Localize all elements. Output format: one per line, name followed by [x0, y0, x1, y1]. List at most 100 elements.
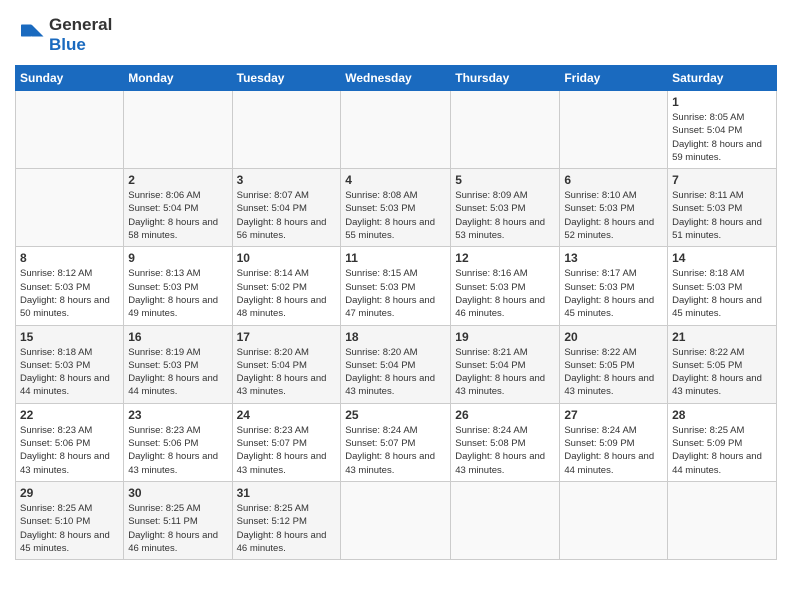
day-number: 19 [455, 330, 555, 344]
day-header-saturday: Saturday [668, 66, 777, 91]
day-number: 12 [455, 251, 555, 265]
calendar-day-17: 17Sunrise: 8:20 AMSunset: 5:04 PMDayligh… [232, 325, 341, 403]
calendar-week-1: 1Sunrise: 8:05 AMSunset: 5:04 PMDaylight… [16, 91, 777, 169]
day-info: Sunrise: 8:25 AMSunset: 5:12 PMDaylight:… [237, 502, 337, 555]
day-info: Sunrise: 8:25 AMSunset: 5:11 PMDaylight:… [128, 502, 227, 555]
day-number: 8 [20, 251, 119, 265]
day-number: 30 [128, 486, 227, 500]
day-info: Sunrise: 8:14 AMSunset: 5:02 PMDaylight:… [237, 267, 337, 320]
day-number: 29 [20, 486, 119, 500]
calendar-day-21: 21Sunrise: 8:22 AMSunset: 5:05 PMDayligh… [668, 325, 777, 403]
calendar-week-6: 29 Sunrise: 8:25 AMSunset: 5:10 PMDayligh… [16, 481, 777, 559]
day-number: 6 [564, 173, 663, 187]
calendar-day-10: 10 Sunrise: 8:14 AMSunset: 5:02 PMDayligh… [232, 247, 341, 325]
calendar-day-13: 13 Sunrise: 8:17 AMSunset: 5:03 PMDayligh… [560, 247, 668, 325]
day-number: 9 [128, 251, 227, 265]
day-info: Sunrise: 8:24 AMSunset: 5:07 PMDaylight:… [345, 424, 446, 477]
day-number: 25 [345, 408, 446, 422]
day-number: 26 [455, 408, 555, 422]
calendar-table: SundayMondayTuesdayWednesdayThursdayFrid… [15, 65, 777, 560]
day-info: Sunrise: 8:25 AMSunset: 5:09 PMDaylight:… [672, 424, 772, 477]
calendar-day-5: 5 Sunrise: 8:09 AMSunset: 5:03 PMDaylight… [451, 169, 560, 247]
day-info: Sunrise: 8:18 AMSunset: 5:03 PMDaylight:… [672, 267, 772, 320]
calendar-day-19: 19 Sunrise: 8:21 AMSunset: 5:04 PMDayligh… [451, 325, 560, 403]
calendar-week-2: 2 Sunrise: 8:06 AMSunset: 5:04 PMDaylight… [16, 169, 777, 247]
day-number: 27 [564, 408, 663, 422]
day-info: Sunrise: 8:05 AMSunset: 5:04 PMDaylight:… [672, 111, 772, 164]
day-info: Sunrise: 8:16 AMSunset: 5:03 PMDaylight:… [455, 267, 555, 320]
calendar-day-29: 29 Sunrise: 8:25 AMSunset: 5:10 PMDayligh… [16, 481, 124, 559]
calendar-day-2: 2 Sunrise: 8:06 AMSunset: 5:04 PMDaylight… [124, 169, 232, 247]
day-number: 15 [20, 330, 119, 344]
empty-cell [560, 481, 668, 559]
day-number: 13 [564, 251, 663, 265]
day-info: Sunrise: 8:17 AMSunset: 5:03 PMDaylight:… [564, 267, 663, 320]
day-info: Sunrise: 8:08 AMSunset: 5:03 PMDaylight:… [345, 189, 446, 242]
day-info: Sunrise: 8:24 AMSunset: 5:09 PMDaylight:… [564, 424, 663, 477]
calendar-day-25: 25 Sunrise: 8:24 AMSunset: 5:07 PMDayligh… [341, 403, 451, 481]
calendar-week-3: 8 Sunrise: 8:12 AMSunset: 5:03 PMDaylight… [16, 247, 777, 325]
day-info: Sunrise: 8:06 AMSunset: 5:04 PMDaylight:… [128, 189, 227, 242]
day-number: 24 [237, 408, 337, 422]
day-info: Sunrise: 8:23 AMSunset: 5:06 PMDaylight:… [128, 424, 227, 477]
day-info: Sunrise: 8:13 AMSunset: 5:03 PMDaylight:… [128, 267, 227, 320]
day-number: 5 [455, 173, 555, 187]
calendar-day-22: 22Sunrise: 8:23 AMSunset: 5:06 PMDayligh… [16, 403, 124, 481]
day-info: Sunrise: 8:12 AMSunset: 5:03 PMDaylight:… [20, 267, 119, 320]
day-info: Sunrise: 8:25 AMSunset: 5:10 PMDaylight:… [20, 502, 119, 555]
day-header-thursday: Thursday [451, 66, 560, 91]
logo-general-text: General [49, 15, 112, 34]
calendar-day-12: 12 Sunrise: 8:16 AMSunset: 5:03 PMDayligh… [451, 247, 560, 325]
day-number: 31 [237, 486, 337, 500]
calendar-day-3: 3Sunrise: 8:07 AMSunset: 5:04 PMDaylight… [232, 169, 341, 247]
calendar-day-6: 6 Sunrise: 8:10 AMSunset: 5:03 PMDaylight… [560, 169, 668, 247]
calendar-day-30: 30 Sunrise: 8:25 AMSunset: 5:11 PMDayligh… [124, 481, 232, 559]
calendar-day-7: 7Sunrise: 8:11 AMSunset: 5:03 PMDaylight… [668, 169, 777, 247]
logo-icon [15, 20, 45, 50]
day-info: Sunrise: 8:22 AMSunset: 5:05 PMDaylight:… [564, 346, 663, 399]
day-number: 14 [672, 251, 772, 265]
calendar-day-8: 8 Sunrise: 8:12 AMSunset: 5:03 PMDaylight… [16, 247, 124, 325]
day-info: Sunrise: 8:11 AMSunset: 5:03 PMDaylight:… [672, 189, 772, 242]
day-info: Sunrise: 8:10 AMSunset: 5:03 PMDaylight:… [564, 189, 663, 242]
calendar-day-1: 1Sunrise: 8:05 AMSunset: 5:04 PMDaylight… [668, 91, 777, 169]
day-number: 4 [345, 173, 446, 187]
calendar-day-27: 27 Sunrise: 8:24 AMSunset: 5:09 PMDayligh… [560, 403, 668, 481]
empty-cell [124, 91, 232, 169]
day-info: Sunrise: 8:23 AMSunset: 5:07 PMDaylight:… [237, 424, 337, 477]
day-number: 28 [672, 408, 772, 422]
day-info: Sunrise: 8:22 AMSunset: 5:05 PMDaylight:… [672, 346, 772, 399]
calendar-day-16: 16Sunrise: 8:19 AMSunset: 5:03 PMDayligh… [124, 325, 232, 403]
empty-cell [560, 91, 668, 169]
day-info: Sunrise: 8:18 AMSunset: 5:03 PMDaylight:… [20, 346, 119, 399]
day-number: 3 [237, 173, 337, 187]
day-header-wednesday: Wednesday [341, 66, 451, 91]
day-number: 10 [237, 251, 337, 265]
calendar-day-28: 28 Sunrise: 8:25 AMSunset: 5:09 PMDayligh… [668, 403, 777, 481]
empty-cell [232, 91, 341, 169]
logo-blue-text: Blue [49, 35, 86, 54]
calendar-day-4: 4 Sunrise: 8:08 AMSunset: 5:03 PMDaylight… [341, 169, 451, 247]
day-info: Sunrise: 8:21 AMSunset: 5:04 PMDaylight:… [455, 346, 555, 399]
empty-cell [16, 91, 124, 169]
day-header-friday: Friday [560, 66, 668, 91]
empty-cell [341, 91, 451, 169]
empty-cell [451, 91, 560, 169]
logo: General Blue [15, 15, 112, 55]
logo-wordmark: General Blue [49, 15, 112, 55]
day-info: Sunrise: 8:20 AMSunset: 5:04 PMDaylight:… [345, 346, 446, 399]
day-info: Sunrise: 8:23 AMSunset: 5:06 PMDaylight:… [20, 424, 119, 477]
day-info: Sunrise: 8:15 AMSunset: 5:03 PMDaylight:… [345, 267, 446, 320]
day-number: 16 [128, 330, 227, 344]
day-info: Sunrise: 8:09 AMSunset: 5:03 PMDaylight:… [455, 189, 555, 242]
empty-cell [341, 481, 451, 559]
day-number: 2 [128, 173, 227, 187]
day-number: 11 [345, 251, 446, 265]
empty-cell [16, 169, 124, 247]
day-info: Sunrise: 8:24 AMSunset: 5:08 PMDaylight:… [455, 424, 555, 477]
calendar-day-24: 24 Sunrise: 8:23 AMSunset: 5:07 PMDayligh… [232, 403, 341, 481]
page-header: General Blue [15, 15, 777, 55]
day-header-monday: Monday [124, 66, 232, 91]
calendar-week-5: 22Sunrise: 8:23 AMSunset: 5:06 PMDayligh… [16, 403, 777, 481]
calendar-day-31: 31 Sunrise: 8:25 AMSunset: 5:12 PMDayligh… [232, 481, 341, 559]
